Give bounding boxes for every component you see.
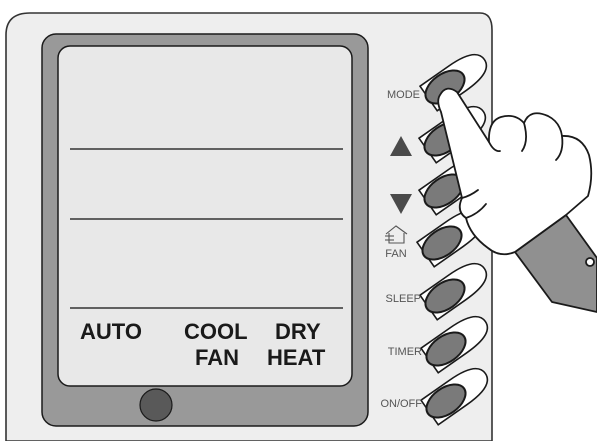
on-off-button-label: ON/OFF bbox=[380, 398, 422, 410]
fan-button-label: FAN bbox=[385, 248, 406, 260]
mode-fan: FAN bbox=[195, 345, 239, 370]
remote-controller: AUTO COOL DRY FAN HEAT MODE FAN SLEEP TI… bbox=[5, 12, 597, 441]
mode-auto: AUTO bbox=[80, 319, 142, 344]
mode-button-label: MODE bbox=[387, 89, 420, 101]
sleep-button-label: SLEEP bbox=[386, 293, 421, 305]
ir-sensor bbox=[139, 388, 173, 422]
mode-cool: COOL bbox=[184, 319, 248, 344]
timer-button-label: TIMER bbox=[388, 346, 422, 358]
mode-dry: DRY bbox=[275, 319, 321, 344]
mode-heat: HEAT bbox=[267, 345, 326, 370]
